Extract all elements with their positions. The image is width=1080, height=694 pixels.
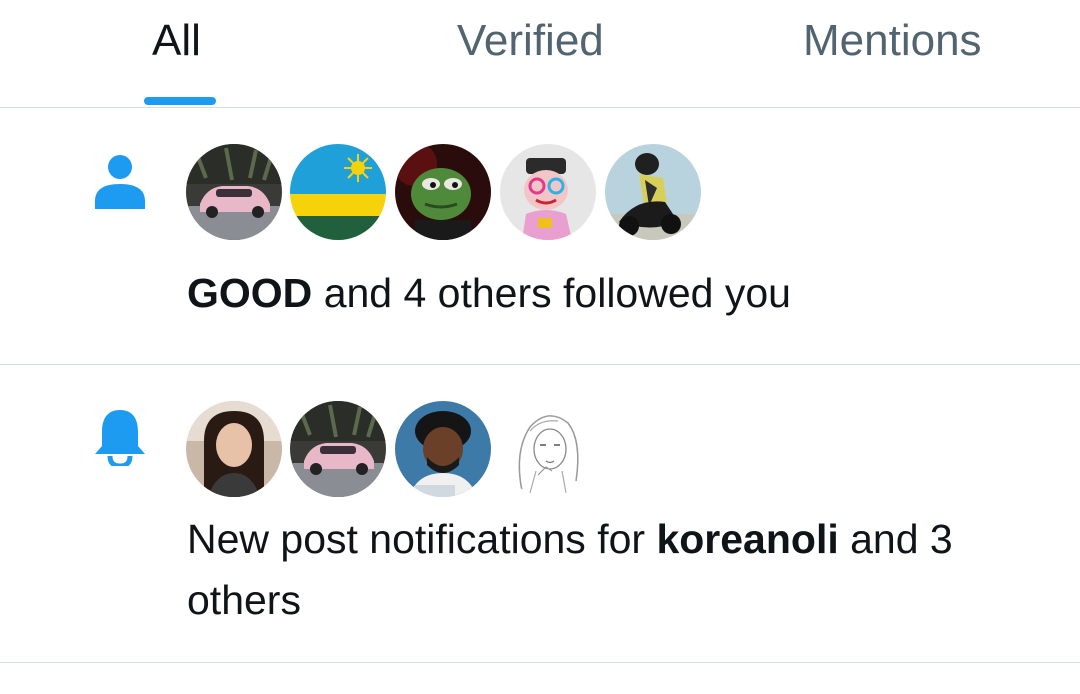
notification-tabs: All Verified Mentions — [0, 0, 1080, 108]
tab-verified[interactable]: Verified — [440, 0, 640, 108]
avatar-pink-car[interactable] — [290, 401, 386, 497]
actor-name[interactable]: koreanoli — [656, 516, 838, 562]
follow-message: and 4 others followed you — [312, 270, 791, 316]
notification-post-alerts[interactable]: New post notifications for koreanoli and… — [0, 365, 1080, 663]
person-icon — [93, 151, 147, 209]
tab-mentions[interactable]: Mentions — [780, 0, 1030, 108]
notification-follow[interactable]: GOOD and 4 others followed you — [0, 108, 1080, 365]
actor-name[interactable]: GOOD — [187, 270, 312, 316]
post-notification-prefix: New post notifications for — [187, 516, 657, 562]
tab-verified-label: Verified — [457, 16, 604, 65]
active-tab-indicator — [144, 97, 216, 105]
bell-icon — [93, 408, 147, 469]
tab-all[interactable]: All — [100, 0, 260, 108]
tab-mentions-label: Mentions — [803, 16, 982, 65]
post-notification-text: New post notifications for koreanoli and… — [187, 509, 1047, 631]
avatar-man-curly-hair[interactable] — [395, 401, 491, 497]
avatar-motorcycle[interactable] — [605, 144, 701, 240]
avatar-pink-car[interactable] — [186, 144, 282, 240]
avatar-colorful-character[interactable] — [500, 144, 596, 240]
avatar-frog[interactable] — [395, 144, 491, 240]
avatar-sketch-girl[interactable] — [500, 401, 596, 497]
avatar-flag[interactable] — [290, 144, 386, 240]
avatar-woman[interactable] — [186, 401, 282, 497]
tab-all-label: All — [152, 16, 201, 65]
follow-notification-text: GOOD and 4 others followed you — [187, 263, 1047, 324]
